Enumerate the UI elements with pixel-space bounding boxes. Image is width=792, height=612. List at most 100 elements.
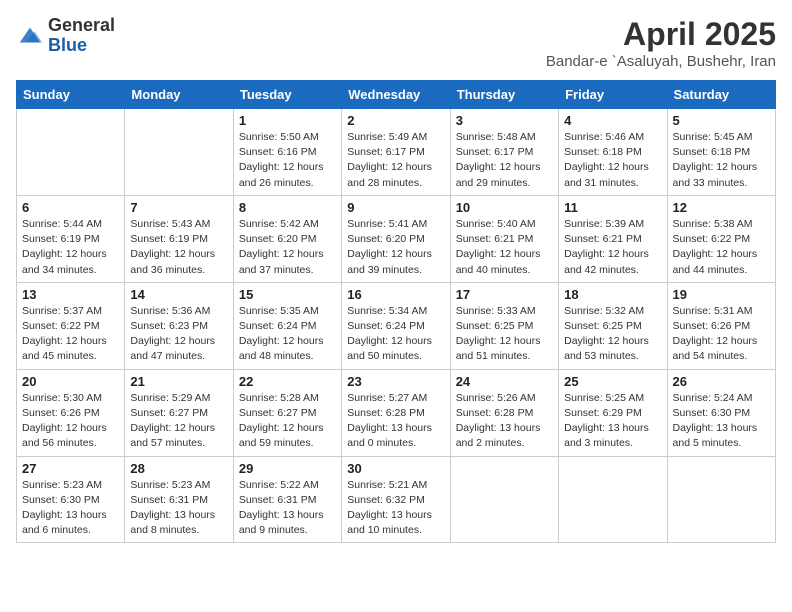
calendar-cell: 17Sunrise: 5:33 AM Sunset: 6:25 PM Dayli… xyxy=(450,282,558,369)
calendar-cell: 25 Sunrise: 5:25 AM Sunset: 6:29 PM Dayli… xyxy=(559,369,667,456)
main-title: April 2025 xyxy=(546,16,776,53)
calendar-cell: 27 Sunrise: 5:23 AM Sunset: 6:30 PM Dayli… xyxy=(17,456,125,543)
day-number: 16 xyxy=(347,287,444,302)
day-header-friday: Friday xyxy=(559,81,667,109)
day-number: 14 xyxy=(130,287,227,302)
calendar-cell: 21Sunrise: 5:29 AM Sunset: 6:27 PM Dayli… xyxy=(125,369,233,456)
page-header: General Blue April 2025 Bandar-e `Asaluy… xyxy=(16,16,776,70)
calendar-cell: 7Sunrise: 5:43 AM Sunset: 6:19 PM Daylig… xyxy=(125,195,233,282)
day-info: Sunrise: 5:21 AM Sunset: 6:32 PM Dayligh… xyxy=(347,478,444,539)
day-number: 5 xyxy=(673,113,770,128)
calendar-cell: 28 Sunrise: 5:23 AM Sunset: 6:31 PM Dayli… xyxy=(125,456,233,543)
calendar-cell: 5 Sunrise: 5:45 AM Sunset: 6:18 PM Daylig… xyxy=(667,109,775,196)
calendar-cell xyxy=(125,109,233,196)
day-info: Sunrise: 5:30 AM Sunset: 6:26 PM Dayligh… xyxy=(22,391,119,452)
day-number: 29 xyxy=(239,461,336,476)
day-info: Sunrise: 5:43 AM Sunset: 6:19 PM Dayligh… xyxy=(130,217,227,278)
calendar-week-1: 1 Sunrise: 5:50 AM Sunset: 6:16 PM Daylig… xyxy=(17,109,776,196)
day-info: Sunrise: 5:50 AM Sunset: 6:16 PM Dayligh… xyxy=(239,130,336,191)
logo: General Blue xyxy=(16,16,115,56)
calendar-cell xyxy=(17,109,125,196)
calendar-cell: 20 Sunrise: 5:30 AM Sunset: 6:26 PM Dayli… xyxy=(17,369,125,456)
day-number: 27 xyxy=(22,461,119,476)
calendar-cell: 2Sunrise: 5:49 AM Sunset: 6:17 PM Daylig… xyxy=(342,109,450,196)
calendar-cell: 15 Sunrise: 5:35 AM Sunset: 6:24 PM Dayli… xyxy=(233,282,341,369)
day-info: Sunrise: 5:37 AM Sunset: 6:22 PM Dayligh… xyxy=(22,304,119,365)
calendar-cell xyxy=(559,456,667,543)
day-number: 26 xyxy=(673,374,770,389)
day-number: 8 xyxy=(239,200,336,215)
day-number: 30 xyxy=(347,461,444,476)
day-header-sunday: Sunday xyxy=(17,81,125,109)
day-info: Sunrise: 5:48 AM Sunset: 6:17 PM Dayligh… xyxy=(456,130,553,191)
day-info: Sunrise: 5:38 AM Sunset: 6:22 PM Dayligh… xyxy=(673,217,770,278)
calendar-table: SundayMondayTuesdayWednesdayThursdayFrid… xyxy=(16,80,776,543)
day-number: 6 xyxy=(22,200,119,215)
calendar-cell: 23 Sunrise: 5:27 AM Sunset: 6:28 PM Dayli… xyxy=(342,369,450,456)
day-number: 1 xyxy=(239,113,336,128)
calendar-cell: 16 Sunrise: 5:34 AM Sunset: 6:24 PM Dayli… xyxy=(342,282,450,369)
logo-container: General Blue xyxy=(16,16,115,56)
day-number: 13 xyxy=(22,287,119,302)
calendar-week-5: 27 Sunrise: 5:23 AM Sunset: 6:30 PM Dayli… xyxy=(17,456,776,543)
day-info: Sunrise: 5:22 AM Sunset: 6:31 PM Dayligh… xyxy=(239,478,336,539)
day-info: Sunrise: 5:35 AM Sunset: 6:24 PM Dayligh… xyxy=(239,304,336,365)
day-info: Sunrise: 5:27 AM Sunset: 6:28 PM Dayligh… xyxy=(347,391,444,452)
day-header-tuesday: Tuesday xyxy=(233,81,341,109)
day-info: Sunrise: 5:29 AM Sunset: 6:27 PM Dayligh… xyxy=(130,391,227,452)
day-number: 25 xyxy=(564,374,661,389)
logo-blue: Blue xyxy=(48,35,87,55)
day-number: 12 xyxy=(673,200,770,215)
calendar-cell xyxy=(450,456,558,543)
calendar-cell: 13 Sunrise: 5:37 AM Sunset: 6:22 PM Dayli… xyxy=(17,282,125,369)
logo-general: General xyxy=(48,15,115,35)
logo-text: General Blue xyxy=(48,16,115,56)
day-info: Sunrise: 5:42 AM Sunset: 6:20 PM Dayligh… xyxy=(239,217,336,278)
calendar-cell: 19 Sunrise: 5:31 AM Sunset: 6:26 PM Dayli… xyxy=(667,282,775,369)
day-info: Sunrise: 5:25 AM Sunset: 6:29 PM Dayligh… xyxy=(564,391,661,452)
day-info: Sunrise: 5:23 AM Sunset: 6:31 PM Dayligh… xyxy=(130,478,227,539)
day-number: 24 xyxy=(456,374,553,389)
day-info: Sunrise: 5:45 AM Sunset: 6:18 PM Dayligh… xyxy=(673,130,770,191)
day-info: Sunrise: 5:41 AM Sunset: 6:20 PM Dayligh… xyxy=(347,217,444,278)
title-area: April 2025 Bandar-e `Asaluyah, Bushehr, … xyxy=(546,16,776,70)
day-number: 22 xyxy=(239,374,336,389)
calendar-cell: 12 Sunrise: 5:38 AM Sunset: 6:22 PM Dayli… xyxy=(667,195,775,282)
day-info: Sunrise: 5:26 AM Sunset: 6:28 PM Dayligh… xyxy=(456,391,553,452)
day-info: Sunrise: 5:28 AM Sunset: 6:27 PM Dayligh… xyxy=(239,391,336,452)
day-info: Sunrise: 5:23 AM Sunset: 6:30 PM Dayligh… xyxy=(22,478,119,539)
calendar-cell: 14Sunrise: 5:36 AM Sunset: 6:23 PM Dayli… xyxy=(125,282,233,369)
calendar-cell: 1 Sunrise: 5:50 AM Sunset: 6:16 PM Daylig… xyxy=(233,109,341,196)
day-info: Sunrise: 5:31 AM Sunset: 6:26 PM Dayligh… xyxy=(673,304,770,365)
calendar-cell: 6Sunrise: 5:44 AM Sunset: 6:19 PM Daylig… xyxy=(17,195,125,282)
calendar-cell: 26Sunrise: 5:24 AM Sunset: 6:30 PM Dayli… xyxy=(667,369,775,456)
day-header-saturday: Saturday xyxy=(667,81,775,109)
calendar-cell: 9 Sunrise: 5:41 AM Sunset: 6:20 PM Daylig… xyxy=(342,195,450,282)
day-number: 19 xyxy=(673,287,770,302)
calendar-cell: 22 Sunrise: 5:28 AM Sunset: 6:27 PM Dayli… xyxy=(233,369,341,456)
calendar-cell: 29 Sunrise: 5:22 AM Sunset: 6:31 PM Dayli… xyxy=(233,456,341,543)
calendar-week-2: 6Sunrise: 5:44 AM Sunset: 6:19 PM Daylig… xyxy=(17,195,776,282)
day-number: 11 xyxy=(564,200,661,215)
day-number: 28 xyxy=(130,461,227,476)
logo-icon xyxy=(16,22,44,50)
day-number: 9 xyxy=(347,200,444,215)
calendar-cell: 4Sunrise: 5:46 AM Sunset: 6:18 PM Daylig… xyxy=(559,109,667,196)
day-number: 15 xyxy=(239,287,336,302)
day-number: 20 xyxy=(22,374,119,389)
day-info: Sunrise: 5:40 AM Sunset: 6:21 PM Dayligh… xyxy=(456,217,553,278)
calendar-cell xyxy=(667,456,775,543)
calendar-cell: 11Sunrise: 5:39 AM Sunset: 6:21 PM Dayli… xyxy=(559,195,667,282)
calendar-cell: 3Sunrise: 5:48 AM Sunset: 6:17 PM Daylig… xyxy=(450,109,558,196)
subtitle: Bandar-e `Asaluyah, Bushehr, Iran xyxy=(546,53,776,70)
calendar-cell: 18Sunrise: 5:32 AM Sunset: 6:25 PM Dayli… xyxy=(559,282,667,369)
calendar-week-3: 13 Sunrise: 5:37 AM Sunset: 6:22 PM Dayli… xyxy=(17,282,776,369)
day-info: Sunrise: 5:34 AM Sunset: 6:24 PM Dayligh… xyxy=(347,304,444,365)
day-header-monday: Monday xyxy=(125,81,233,109)
day-header-wednesday: Wednesday xyxy=(342,81,450,109)
day-number: 18 xyxy=(564,287,661,302)
day-number: 10 xyxy=(456,200,553,215)
day-number: 23 xyxy=(347,374,444,389)
day-number: 2 xyxy=(347,113,444,128)
calendar-cell: 8 Sunrise: 5:42 AM Sunset: 6:20 PM Daylig… xyxy=(233,195,341,282)
